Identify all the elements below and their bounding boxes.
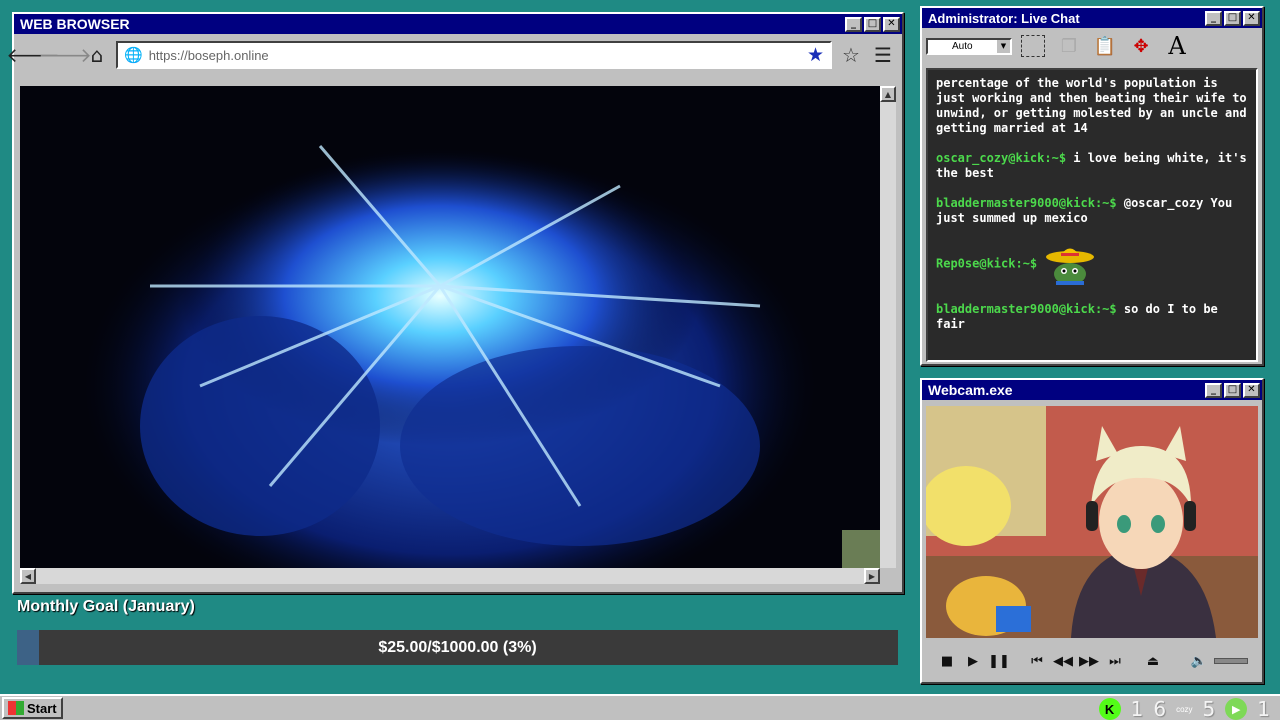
volume-icon[interactable]: 🔈 — [1188, 650, 1210, 672]
windows-logo-icon — [8, 701, 24, 715]
webcam-title: Webcam.exe — [928, 382, 1013, 398]
chat-username: bladdermaster9000@kick:~$ — [936, 196, 1117, 210]
chat-text: percentage of the world's population is … — [936, 76, 1247, 135]
bookmark-star-icon[interactable]: ★ — [807, 44, 824, 66]
maximize-button[interactable]: □ — [864, 16, 881, 32]
live-chat-window: Administrator: Live Chat _ □ ✕ Auto ▼ ❐ … — [920, 6, 1264, 366]
chat-message: oscar_cozy@kick:~$ i love being white, i… — [936, 151, 1248, 181]
skip-back-icon[interactable]: ⏮ — [1026, 650, 1048, 672]
play-icon[interactable]: ▶ — [962, 650, 984, 672]
webcam-titlebar[interactable]: Webcam.exe _ □ ✕ — [922, 380, 1262, 400]
chat-username: Rep0se@kick:~$ — [936, 256, 1038, 271]
volume-slider[interactable] — [1214, 658, 1248, 664]
minimize-button[interactable]: _ — [845, 16, 862, 32]
maximize-button[interactable]: □ — [1224, 382, 1241, 398]
chat-username: oscar_cozy@kick:~$ — [936, 151, 1067, 165]
home-icon[interactable]: ⌂ — [84, 42, 110, 68]
goal-progress-text: $25.00/$1000.00 (3%) — [378, 638, 537, 656]
browser-title: WEB BROWSER — [20, 16, 130, 32]
chat-title: Administrator: Live Chat — [928, 10, 1080, 26]
goal-progress-bar: $25.00/$1000.00 (3%) — [17, 630, 898, 665]
chat-message: Rep0se@kick:~$ — [936, 241, 1248, 287]
media-controls: ■ ▶ ❚❚ ⏮ ◀◀ ▶▶ ⏭ ⏏ 🔈 — [926, 644, 1258, 678]
webcam-feed-image — [926, 406, 1258, 638]
start-button[interactable]: Start — [2, 697, 63, 719]
chevron-down-icon: ▼ — [997, 39, 1010, 53]
glowing-brain-image — [20, 86, 880, 568]
chat-username: bladdermaster9000@kick:~$ — [936, 302, 1117, 316]
hamburger-menu-icon[interactable]: ☰ — [870, 42, 896, 68]
webcam-window: Webcam.exe _ □ ✕ ■ ▶ ❚❚ ⏮ ◀◀ ▶▶ ⏭ ⏏ 🔈 — [920, 378, 1264, 684]
stop-icon[interactable]: ■ — [936, 650, 958, 672]
sombrero-emote-icon — [1046, 248, 1095, 285]
tray-value-1: 1 — [1130, 697, 1144, 720]
chat-message: percentage of the world's population is … — [936, 76, 1248, 136]
font-size-value: Auto — [952, 40, 973, 52]
font-size-select[interactable]: Auto ▼ — [926, 37, 1012, 55]
tray-value-4: 1 — [1257, 697, 1270, 720]
eject-icon[interactable]: ⏏ — [1142, 650, 1164, 672]
chat-message: bladdermaster9000@kick:~$ so do I to be … — [936, 302, 1248, 332]
maximize-button[interactable]: □ — [1224, 10, 1241, 26]
close-button[interactable]: ✕ — [883, 16, 900, 32]
move-icon[interactable]: ✥ — [1126, 32, 1156, 60]
cozy-tiny-label: cozy — [1176, 704, 1193, 714]
minimize-button[interactable]: _ — [1205, 10, 1222, 26]
kick-logo-icon[interactable]: K — [1098, 698, 1121, 720]
play-circle-icon[interactable]: ▶ — [1225, 698, 1248, 720]
pause-icon[interactable]: ❚❚ — [988, 650, 1010, 672]
skip-forward-icon[interactable]: ⏭ — [1104, 650, 1126, 672]
goal-title: Monthly Goal (January) — [17, 598, 195, 615]
chat-toolbar: Auto ▼ ❐ 📋 ✥ A — [922, 28, 1262, 64]
corner-thumbnail-image — [842, 530, 880, 568]
chat-message: bladdermaster9000@kick:~$ @oscar_cozy Yo… — [936, 196, 1248, 226]
scroll-right-arrow-icon[interactable]: ▶ — [864, 568, 880, 584]
chat-log[interactable]: percentage of the world's population is … — [926, 68, 1258, 362]
browser-titlebar[interactable]: WEB BROWSER _ □ ✕ — [14, 14, 902, 34]
taskbar: Start K 1 6 cozy 5 ▶ 1 — [0, 694, 1280, 720]
horizontal-scrollbar[interactable]: ◀ ▶ — [20, 568, 880, 584]
vertical-scrollbar[interactable]: ▲ — [880, 86, 896, 568]
forward-arrow-icon[interactable]: 🡒 — [38, 42, 92, 68]
tray-value-2: 6 — [1153, 697, 1167, 720]
rewind-icon[interactable]: ◀◀ — [1052, 650, 1074, 672]
start-label: Start — [27, 700, 57, 716]
browser-window: WEB BROWSER _ □ ✕ 🡐 🡒 ⌂ 🌐 https://boseph… — [6, 12, 904, 594]
favorites-star-icon[interactable]: ☆ — [838, 42, 864, 68]
minimize-button[interactable]: _ — [1205, 382, 1222, 398]
close-button[interactable]: ✕ — [1243, 10, 1260, 26]
anime-avatar-illustration — [926, 406, 1258, 638]
fast-forward-icon[interactable]: ▶▶ — [1078, 650, 1100, 672]
chat-titlebar[interactable]: Administrator: Live Chat _ □ ✕ — [922, 8, 1262, 28]
globe-icon: 🌐 — [124, 46, 143, 64]
url-text[interactable]: https://boseph.online — [149, 48, 801, 63]
tray-value-3: 5 — [1202, 697, 1216, 720]
select-region-icon[interactable] — [1018, 32, 1048, 60]
font-icon[interactable]: A — [1162, 32, 1192, 60]
web-content-video[interactable] — [20, 86, 880, 568]
address-bar[interactable]: 🌐 https://boseph.online ★ — [116, 41, 832, 69]
copy-icon[interactable]: ❐ — [1054, 32, 1084, 60]
browser-navbar: 🡐 🡒 ⌂ 🌐 https://boseph.online ★ ☆ ☰ — [6, 36, 902, 74]
scroll-left-arrow-icon[interactable]: ◀ — [20, 568, 36, 584]
system-tray: K 1 6 cozy 5 ▶ 1 — [1098, 696, 1270, 720]
paste-icon[interactable]: 📋 — [1090, 32, 1120, 60]
close-button[interactable]: ✕ — [1243, 382, 1260, 398]
scroll-up-arrow-icon[interactable]: ▲ — [880, 86, 896, 102]
